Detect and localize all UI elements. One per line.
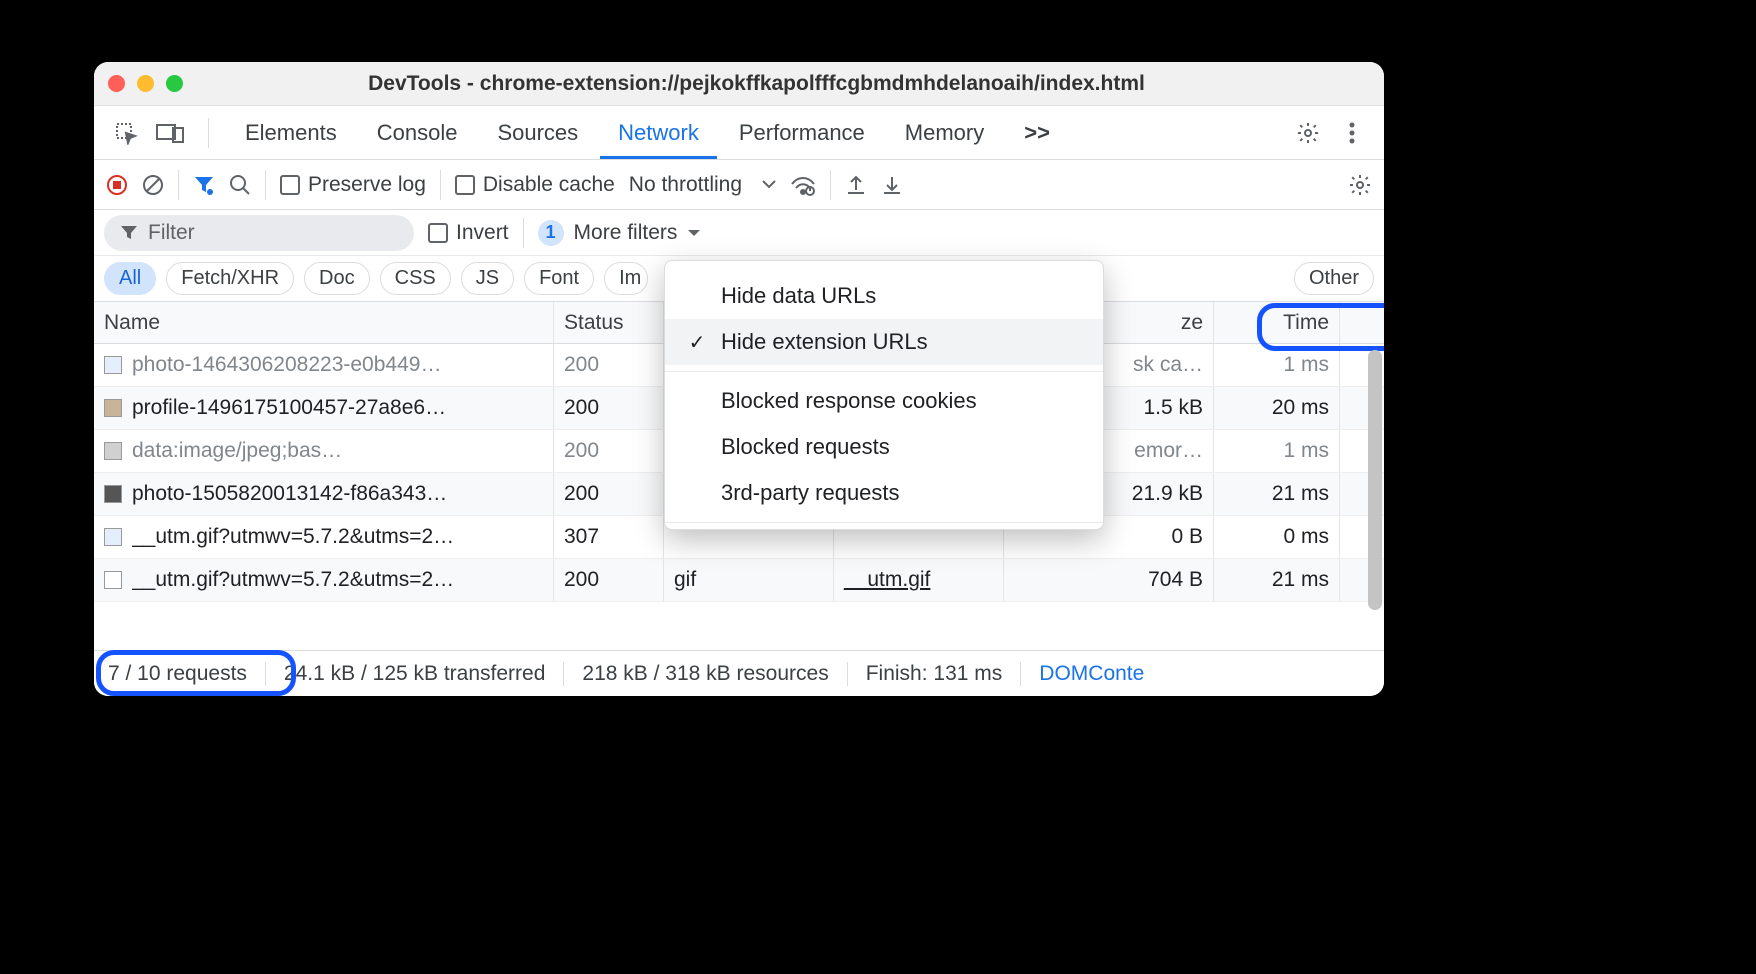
more-filters-menu: Hide data URLs ✓Hide extension URLs Bloc… [664, 260, 1104, 530]
request-status: 200 [554, 559, 664, 601]
upload-icon[interactable] [845, 174, 867, 196]
tab-performance[interactable]: Performance [721, 108, 883, 158]
inspect-icon[interactable] [106, 113, 146, 153]
table-row[interactable]: __utm.gif?utmwv=5.7.2&utms=2… 200gif__utm… [94, 559, 1384, 602]
status-domcontent[interactable]: DOMConte [1021, 662, 1162, 686]
scrollbar[interactable] [1368, 350, 1382, 610]
filter-hide-extension-urls[interactable]: ✓Hide extension URLs [665, 319, 1103, 365]
request-time: 0 ms [1214, 516, 1340, 558]
titlebar: DevTools - chrome-extension://pejkokffka… [94, 62, 1384, 106]
request-type: gif [664, 559, 834, 601]
chip-doc[interactable]: Doc [304, 262, 370, 295]
filter-row: Filter Invert 1 More filters [94, 210, 1384, 256]
tab-network[interactable]: Network [600, 108, 717, 158]
chip-font[interactable]: Font [524, 262, 594, 295]
status-resources: 218 kB / 318 kB resources [564, 662, 847, 686]
request-time: 1 ms [1214, 430, 1340, 472]
device-icon[interactable] [150, 113, 190, 153]
request-status: 200 [554, 387, 664, 429]
filter-count-badge: 1 [538, 220, 564, 246]
request-name: photo-1505820013142-f86a343… [132, 482, 447, 506]
chip-fetch-xhr[interactable]: Fetch/XHR [166, 262, 294, 295]
more-filters-button[interactable]: 1 More filters [538, 220, 702, 246]
file-icon [104, 399, 122, 417]
filter-blocked-requests[interactable]: Blocked requests [665, 424, 1103, 470]
request-name: data:image/jpeg;bas… [132, 439, 342, 463]
col-name[interactable]: Name [94, 302, 554, 343]
request-size: 704 B [1004, 559, 1214, 601]
request-time: 21 ms [1214, 559, 1340, 601]
kebab-icon[interactable] [1332, 113, 1372, 153]
disable-cache-checkbox[interactable]: Disable cache [455, 173, 615, 197]
annotation-highlight [96, 650, 296, 696]
close-icon[interactable] [108, 75, 125, 92]
request-status: 200 [554, 430, 664, 472]
chip-other[interactable]: Other [1294, 262, 1374, 295]
request-name: __utm.gif?utmwv=5.7.2&utms=2… [132, 568, 454, 592]
request-status: 307 [554, 516, 664, 558]
status-bar: 7 / 10 requests 24.1 kB / 125 kB transfe… [94, 650, 1384, 696]
preserve-log-checkbox[interactable]: Preserve log [280, 173, 426, 197]
request-time: 20 ms [1214, 387, 1340, 429]
status-finish: Finish: 131 ms [848, 662, 1022, 686]
filter-icon[interactable] [193, 174, 215, 196]
chip-img[interactable]: Im [604, 262, 648, 295]
request-name: __utm.gif?utmwv=5.7.2&utms=2… [132, 525, 454, 549]
panel-tabs: Elements Console Sources Network Perform… [94, 106, 1384, 160]
tab-memory[interactable]: Memory [887, 108, 1002, 158]
tabs-overflow[interactable]: >> [1006, 108, 1068, 158]
chip-css[interactable]: CSS [380, 262, 451, 295]
col-time[interactable]: Time [1214, 302, 1340, 343]
record-icon[interactable] [106, 174, 128, 196]
request-name: photo-1464306208223-e0b449… [132, 353, 441, 377]
throttling-select[interactable]: No throttling [629, 173, 776, 197]
request-initiator: __utm.gif [834, 559, 1004, 601]
request-time: 1 ms [1214, 344, 1340, 386]
tab-console[interactable]: Console [359, 108, 476, 158]
download-icon[interactable] [881, 174, 903, 196]
invert-checkbox[interactable]: Invert [428, 221, 509, 245]
search-icon[interactable] [229, 174, 251, 196]
tab-sources[interactable]: Sources [479, 108, 596, 158]
network-table: Name Status Type Initiator ze Time photo… [94, 302, 1384, 602]
request-time: 21 ms [1214, 473, 1340, 515]
col-status[interactable]: Status [554, 302, 664, 343]
request-status: 200 [554, 344, 664, 386]
network-settings-gear-icon[interactable] [1348, 173, 1372, 197]
file-icon [104, 528, 122, 546]
chip-js[interactable]: JS [461, 262, 514, 295]
request-status: 200 [554, 473, 664, 515]
network-toolbar: Preserve log Disable cache No throttling [94, 160, 1384, 210]
check-icon: ✓ [687, 330, 707, 355]
status-transferred: 24.1 kB / 125 kB transferred [266, 662, 564, 686]
filter-hide-data-urls[interactable]: Hide data URLs [665, 273, 1103, 319]
devtools-window: DevTools - chrome-extension://pejkokffka… [94, 62, 1384, 696]
request-name: profile-1496175100457-27a8e6… [132, 396, 446, 420]
file-icon [104, 442, 122, 460]
filter-blocked-response-cookies[interactable]: Blocked response cookies [665, 378, 1103, 424]
filter-3rd-party-requests[interactable]: 3rd-party requests [665, 470, 1103, 516]
filter-input[interactable]: Filter [104, 215, 414, 251]
file-icon [104, 356, 122, 374]
window-title: DevTools - chrome-extension://pejkokffka… [143, 72, 1370, 96]
clear-icon[interactable] [142, 174, 164, 196]
chip-all[interactable]: All [104, 262, 156, 295]
file-icon [104, 571, 122, 589]
file-icon [104, 485, 122, 503]
tab-elements[interactable]: Elements [227, 108, 355, 158]
network-conditions-icon[interactable] [790, 174, 816, 196]
gear-icon[interactable] [1288, 113, 1328, 153]
